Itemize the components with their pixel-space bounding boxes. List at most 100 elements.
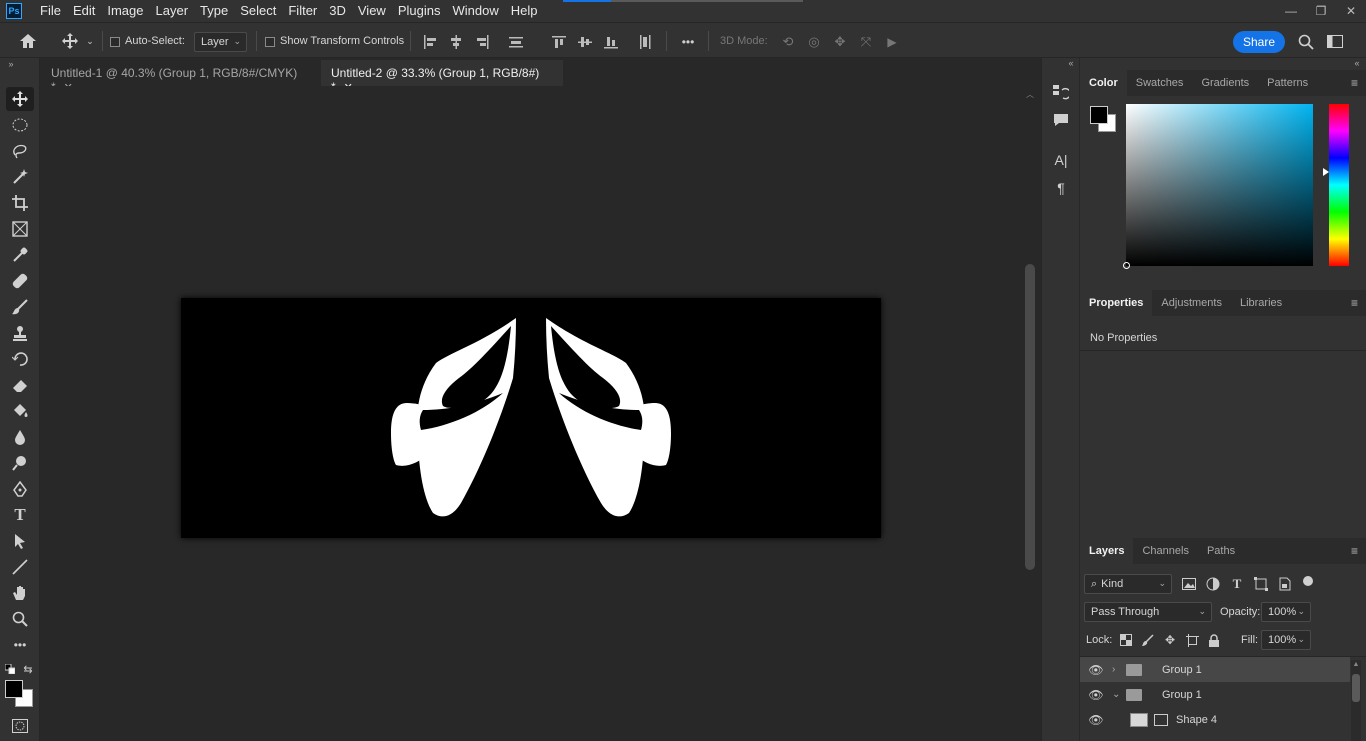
auto-select-target-dropdown[interactable]: Layer ⌄ [194,32,247,52]
filter-type-icon[interactable]: T [1228,576,1246,592]
lock-artboard-icon[interactable] [1184,632,1200,648]
quick-mask-icon[interactable] [10,718,30,734]
panel-menu-icon[interactable]: ≡ [1351,296,1358,310]
filter-pixel-icon[interactable] [1180,576,1198,592]
tab-adjustments[interactable]: Adjustments [1152,290,1231,316]
hand-tool-icon[interactable] [6,581,34,605]
minimize-button[interactable]: — [1276,0,1306,22]
history-brush-icon[interactable] [6,347,34,371]
collapse-chevron-icon[interactable]: ⌄ [1112,689,1126,700]
show-transform-checkbox[interactable] [265,37,275,47]
menu-select[interactable]: Select [234,0,282,22]
camera-3d-icon[interactable]: ▶ [882,33,902,51]
visibility-eye-icon[interactable]: 👁 [1080,688,1112,702]
color-field[interactable] [1123,104,1313,269]
lock-position-icon[interactable]: ✥ [1162,632,1178,648]
tab-layers[interactable]: Layers [1080,538,1134,564]
opacity-field[interactable]: 100% ⌄ [1261,602,1311,622]
default-colors-icon[interactable] [4,663,16,675]
menu-view[interactable]: View [352,0,392,22]
tab-swatches[interactable]: Swatches [1127,70,1193,96]
fill-field[interactable]: 100% ⌄ [1261,630,1311,650]
move-tool-icon[interactable] [60,31,80,51]
scroll-up-icon[interactable]: ▲ [1352,660,1360,668]
hue-slider[interactable] [1323,104,1349,266]
path-selection-icon[interactable] [6,529,34,553]
menu-help[interactable]: Help [505,0,544,22]
layer-row[interactable]: 👁 Shape 4 [1080,707,1350,732]
distribute-vertical-icon[interactable] [636,33,654,51]
line-tool-icon[interactable] [6,555,34,579]
share-button[interactable]: Share [1233,31,1285,53]
tab-gradients[interactable]: Gradients [1192,70,1258,96]
auto-select-checkbox[interactable] [110,37,120,47]
blend-mode-dropdown[interactable]: Pass Through ⌄ [1084,602,1212,622]
menu-layer[interactable]: Layer [150,0,195,22]
tab-libraries[interactable]: Libraries [1231,290,1291,316]
layer-filter-dropdown[interactable]: ⌕ Kind ⌄ [1084,574,1172,594]
pan-3d-icon[interactable]: ✥ [830,33,850,51]
clone-stamp-icon[interactable] [6,321,34,345]
layers-scrollbar[interactable]: ▲ [1351,660,1361,741]
tab-color[interactable]: Color [1080,70,1127,96]
brush-tool-icon[interactable] [6,295,34,319]
align-right-icon[interactable] [473,33,491,51]
collapse-panels-icon[interactable]: « [1064,58,1078,68]
dodge-tool-icon[interactable] [6,451,34,475]
menu-edit[interactable]: Edit [67,0,101,22]
scrollbar-thumb[interactable] [1025,264,1035,570]
search-icon[interactable] [1296,32,1316,52]
document-canvas[interactable] [181,298,881,538]
eyedropper-icon[interactable] [6,243,34,267]
blur-tool-icon[interactable] [6,425,34,449]
workspace-icon[interactable] [1324,32,1348,52]
character-panel-icon[interactable]: A| [1051,150,1071,170]
lock-transparent-icon[interactable] [1118,632,1134,648]
filter-smart-object-icon[interactable] [1276,576,1294,592]
menu-type[interactable]: Type [194,0,234,22]
scrollbar-thumb[interactable] [1352,674,1360,702]
menu-3d[interactable]: 3D [323,0,352,22]
visibility-eye-icon[interactable]: 👁 [1080,663,1112,677]
orbit-3d-icon[interactable]: ⟲ [778,33,798,51]
elliptical-marquee-icon[interactable] [6,113,34,137]
move-tool-icon[interactable] [6,87,34,111]
align-middle-icon[interactable] [576,33,594,51]
lasso-tool-icon[interactable] [6,139,34,163]
panel-menu-icon[interactable]: ≡ [1351,544,1358,558]
visibility-eye-icon[interactable]: 👁 [1080,713,1112,727]
menu-plugins[interactable]: Plugins [392,0,447,22]
edit-toolbar-icon[interactable]: ••• [6,633,34,657]
tab-patterns[interactable]: Patterns [1258,70,1317,96]
filter-shape-icon[interactable] [1252,576,1270,592]
layer-row[interactable]: 👁 › Group 1 [1080,657,1350,682]
home-icon[interactable] [16,31,40,51]
restore-button[interactable]: ❐ [1306,0,1336,22]
eraser-tool-icon[interactable] [6,373,34,397]
magic-wand-icon[interactable] [6,165,34,189]
menu-file[interactable]: File [34,0,67,22]
lock-pixels-icon[interactable] [1140,632,1156,648]
tab-untitled-2[interactable]: Untitled-2 @ 33.3% (Group 1, RGB/8#) *✕ [321,60,563,94]
align-left-icon[interactable] [421,33,439,51]
crop-tool-icon[interactable] [6,191,34,215]
paragraph-panel-icon[interactable]: ¶ [1051,178,1071,198]
history-panel-icon[interactable] [1051,82,1071,102]
zoom-tool-icon[interactable] [6,607,34,631]
align-top-icon[interactable] [550,33,568,51]
menu-image[interactable]: Image [101,0,149,22]
distribute-icon[interactable] [507,33,525,51]
tab-untitled-1[interactable]: Untitled-1 @ 40.3% (Group 1, RGB/8#/CMYK… [41,60,321,94]
layer-row[interactable]: 👁 ⌄ Group 1 [1080,682,1350,707]
tab-properties[interactable]: Properties [1080,290,1153,316]
paint-bucket-icon[interactable] [6,399,34,423]
foreground-color-swatch[interactable] [1090,106,1108,124]
more-options-icon[interactable]: ••• [676,33,700,51]
panel-menu-icon[interactable]: ≡ [1351,76,1358,90]
frame-tool-icon[interactable] [6,217,34,241]
align-center-icon[interactable] [447,33,465,51]
pen-tool-icon[interactable] [6,477,34,501]
swap-colors-icon[interactable]: ⇆ [21,662,35,676]
scroll-up-icon[interactable]: ︿ [1025,90,1035,99]
expand-chevron-icon[interactable]: › [1112,664,1126,675]
